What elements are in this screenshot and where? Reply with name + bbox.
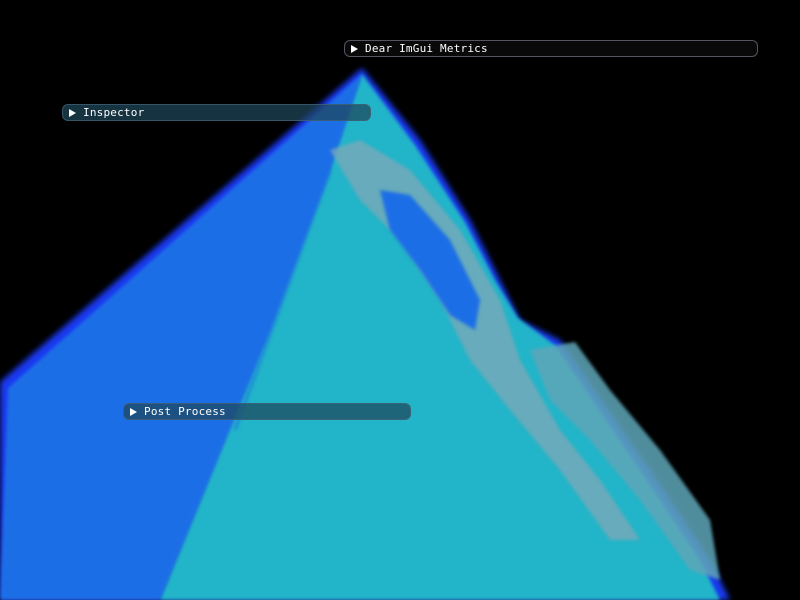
window-title: Post Process (144, 405, 226, 418)
render-viewport[interactable]: Dear ImGui Metrics Inspector Post Proces… (0, 0, 800, 600)
scene-3d-object (0, 68, 730, 600)
window-title: Dear ImGui Metrics (365, 42, 488, 55)
collapse-arrow-icon[interactable] (69, 108, 76, 117)
window-imgui-metrics[interactable]: Dear ImGui Metrics (344, 40, 758, 57)
window-inspector[interactable]: Inspector (62, 104, 371, 121)
window-title: Inspector (83, 106, 145, 119)
window-post-process[interactable]: Post Process (123, 403, 411, 420)
collapse-arrow-icon[interactable] (351, 44, 358, 53)
collapse-arrow-icon[interactable] (130, 407, 137, 416)
